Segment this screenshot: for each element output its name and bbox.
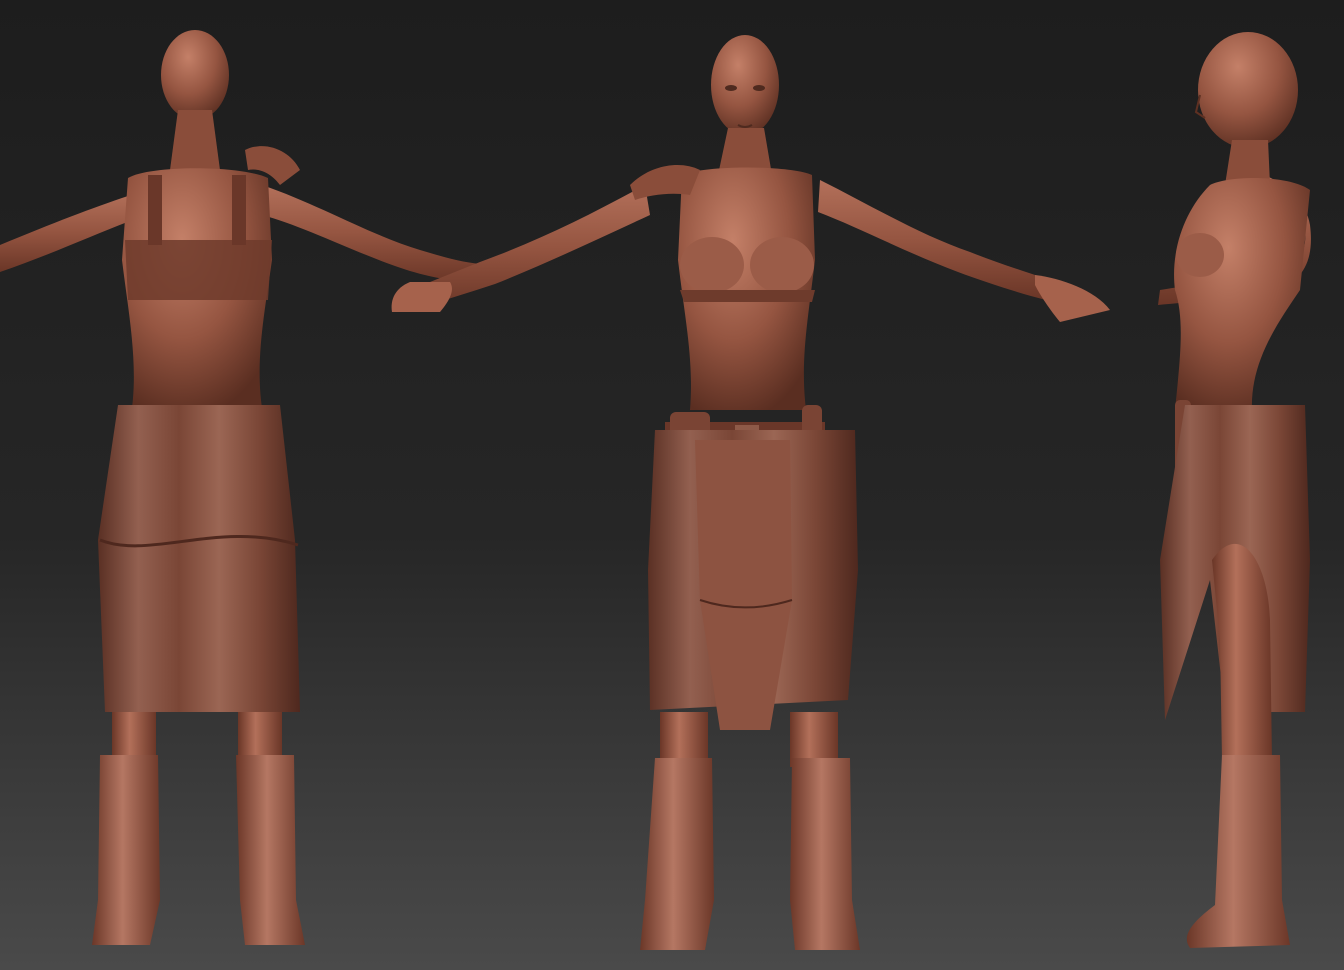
figure-back-view: [0, 30, 480, 945]
front-right-boot: [790, 758, 860, 950]
back-head: [161, 30, 229, 120]
figure-front-view: [391, 35, 1110, 950]
back-skirt: [98, 405, 300, 712]
side-leg: [1212, 543, 1272, 760]
side-boot: [1186, 755, 1290, 948]
sculpt-render-turnaround: [0, 30, 1311, 950]
front-left-boot: [640, 758, 714, 950]
front-chest-right: [750, 237, 814, 293]
figure-side-view: [1158, 32, 1311, 948]
back-left-boot: [92, 755, 160, 945]
back-right-boot: [236, 755, 305, 945]
side-head: [1198, 32, 1298, 148]
back-neck: [170, 110, 220, 170]
front-right-hand: [1035, 275, 1110, 322]
render-canvas: [0, 0, 1344, 970]
front-shoulder-pad: [630, 165, 700, 200]
back-left-arm: [0, 192, 140, 272]
back-harness: [125, 240, 272, 300]
back-right-arm: [262, 185, 480, 282]
front-left-hand: [391, 282, 452, 312]
front-head: [711, 35, 779, 135]
side-torso: [1174, 178, 1310, 410]
front-right-arm: [818, 180, 1050, 300]
front-chest-left: [680, 237, 744, 293]
